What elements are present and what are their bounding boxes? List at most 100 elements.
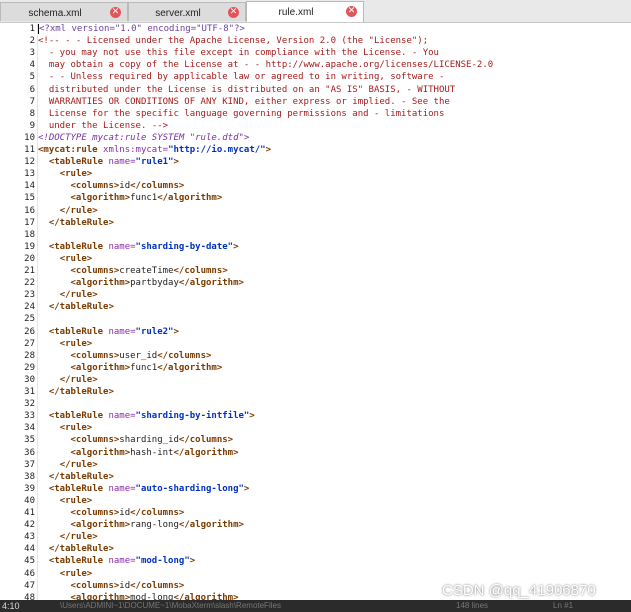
code-line: 8 License for the specific language gove… <box>0 108 631 120</box>
token-attr: name= <box>103 241 136 252</box>
token-attr: xmlns:mycat= <box>97 145 169 155</box>
code-line: 22 <algorithm>partbyday</algorithm> <box>0 277 631 289</box>
code-line: 2 <!-- - - Licensed under the Apache Lice… <box>0 35 631 47</box>
token-comment: may obtain a copy of the License at - - … <box>38 60 494 71</box>
code-text: <algorithm>rang-long</algorithm> <box>38 519 244 531</box>
code-text: <tableRule name="rule1"> <box>38 156 179 168</box>
token-tag: > <box>249 411 255 422</box>
code-line: 18 <box>0 229 631 241</box>
code-text: <algorithm>func1</algorithm> <box>38 362 223 374</box>
code-line: 5 - - Unless required by applicable law … <box>0 71 631 83</box>
code-text: </tableRule> <box>38 543 114 555</box>
token-tag: </rule> <box>59 532 98 543</box>
line-number: 40 <box>24 495 35 506</box>
code-text: - - Unless required by applicable law or… <box>38 71 445 83</box>
code-line: 9 under the License. --> <box>0 120 631 132</box>
line-number: 13 <box>24 169 35 180</box>
line-count: 148 lines <box>456 601 489 610</box>
line-number: 6 <box>29 84 35 95</box>
code-text: </rule> <box>38 289 98 301</box>
code-text: <algorithm>hash-int</algorithm> <box>38 447 239 459</box>
line-number: 43 <box>24 532 35 543</box>
token-tag: <tableRule <box>48 241 104 252</box>
token-tag: <rule> <box>59 338 93 349</box>
code-text: <columns>id</columns> <box>38 180 185 192</box>
code-line: 37 </rule> <box>0 459 631 471</box>
line-number: 24 <box>24 302 35 313</box>
code-text: <rule> <box>38 338 93 350</box>
close-icon[interactable]: ✕ <box>228 7 239 18</box>
code-line: 26 <tableRule name="rule2"> <box>0 326 631 338</box>
token-tag: > <box>265 145 272 155</box>
token-text: func1 <box>130 193 158 204</box>
code-editor[interactable]: 1 <?xml version="1.0" encoding="UTF-8"?> 2… <box>0 22 631 600</box>
file-path: \Users\ADMINI~1\DOCUME~1\MobaXterm\slash… <box>60 601 281 610</box>
token-tag: <tableRule <box>48 157 104 168</box>
tab-label: schema.xml <box>28 8 82 19</box>
code-text: <columns>user_id</columns> <box>38 350 212 362</box>
token-tag: <rule> <box>59 253 93 264</box>
token-attr: name= <box>103 326 136 337</box>
token-tag: </columns> <box>130 181 185 192</box>
line-number: 36 <box>24 447 35 458</box>
line-number: 23 <box>24 290 35 301</box>
code-text: </rule> <box>38 205 98 217</box>
token-tag: </algorithm> <box>157 362 223 373</box>
token-tag: <rule> <box>59 423 93 434</box>
token-tag: </tableRule> <box>48 302 114 313</box>
token-tag: <rule> <box>59 169 93 180</box>
line-number: 8 <box>29 108 35 119</box>
token-comment: - - Unless required by applicable law or… <box>38 72 445 83</box>
code-line: 30 </rule> <box>0 374 631 386</box>
close-icon[interactable]: ✕ <box>110 7 121 18</box>
token-val: "auto-sharding-long" <box>135 483 244 494</box>
token-tag: </rule> <box>59 205 98 216</box>
token-tag: <algorithm> <box>70 447 131 458</box>
code-line: 10 <!DOCTYPE mycat:rule SYSTEM "rule.dtd"… <box>0 132 631 144</box>
token-tag: <algorithm> <box>70 193 131 204</box>
token-tag: <algorithm> <box>70 278 131 289</box>
token-text: id <box>119 181 131 192</box>
token-text: id <box>119 580 131 591</box>
close-icon[interactable]: ✕ <box>346 6 357 17</box>
token-text: hash-int <box>130 447 174 458</box>
line-number: 10 <box>24 132 35 143</box>
token-tag: <rule> <box>59 495 93 506</box>
line-number: 34 <box>24 423 35 434</box>
code-text: <rule> <box>38 168 93 180</box>
code-line: 15 <algorithm>func1</algorithm> <box>0 192 631 204</box>
code-text: </rule> <box>38 531 98 543</box>
token-attr: name= <box>103 556 136 567</box>
line-number: 25 <box>24 314 35 325</box>
token-comment: License for the specific language govern… <box>38 108 445 119</box>
tab-rule-xml[interactable]: rule.xml ✕ <box>246 1 364 22</box>
token-val: "http://io.mycat/" <box>168 145 266 155</box>
line-number: 45 <box>24 556 35 567</box>
line-number: 19 <box>24 241 35 252</box>
token-tag: </tableRule> <box>48 217 114 228</box>
tab-schema-xml[interactable]: schema.xml ✕ <box>0 2 128 21</box>
token-tag: </tableRule> <box>48 471 114 482</box>
line-number: 29 <box>24 362 35 373</box>
code-text: <?xml version="1.0" encoding="UTF-8"?> <box>38 23 245 35</box>
token-tag: </columns> <box>157 350 212 361</box>
line-number: 1 <box>29 24 35 34</box>
tab-server-xml[interactable]: server.xml ✕ <box>128 2 246 21</box>
token-tag: <columns> <box>70 350 120 361</box>
code-text: <columns>createTime</columns> <box>38 265 228 277</box>
